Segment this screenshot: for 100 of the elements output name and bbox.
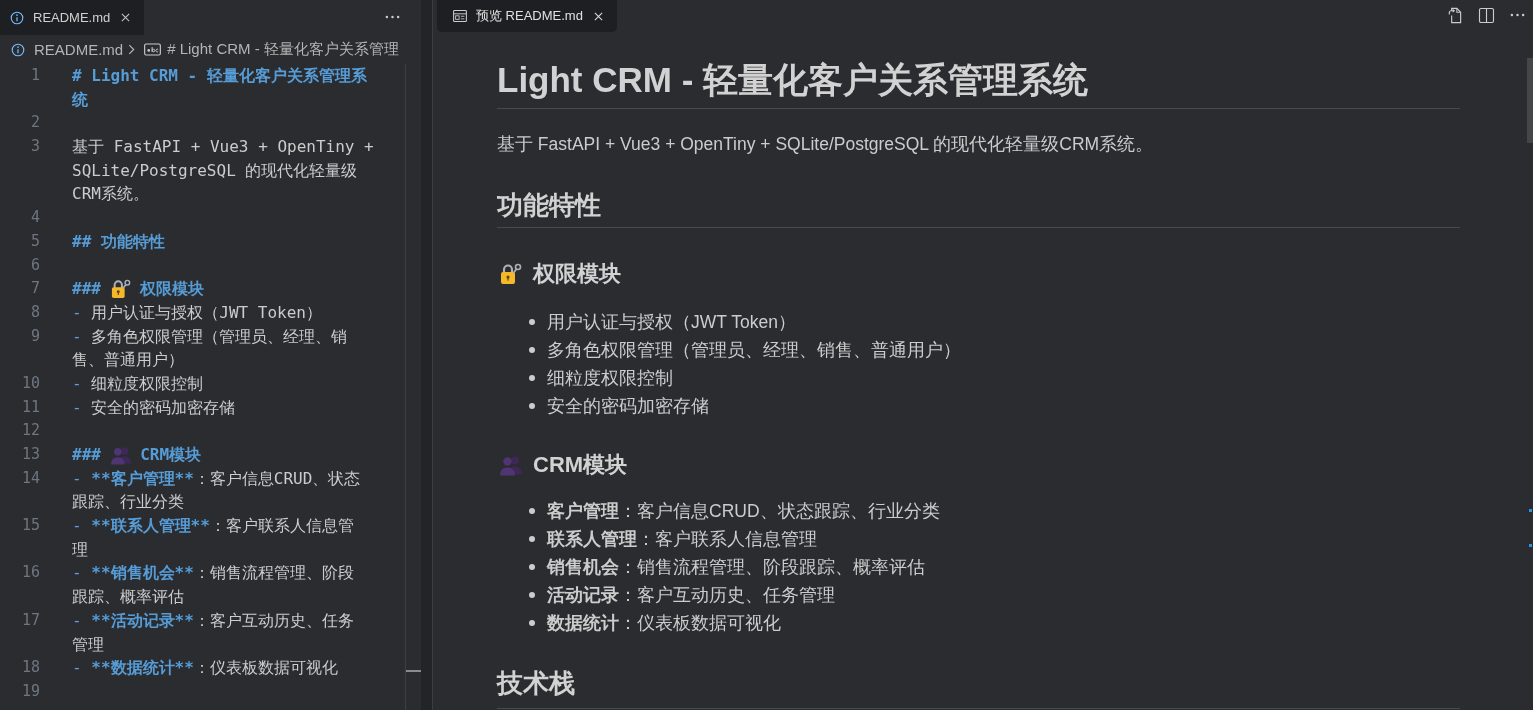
split-editor-icon[interactable] bbox=[1478, 6, 1495, 24]
list-marker-text: - bbox=[72, 372, 82, 395]
document-title: Light CRM - 轻量化客户关系管理系统 bbox=[497, 59, 1460, 109]
markdown-heading-text: 权限模块 bbox=[140, 278, 205, 301]
code-text: ：客户互动历史、任务 bbox=[193, 609, 354, 632]
list-marker-text: - bbox=[72, 657, 82, 680]
code-text: 售、普通用户） bbox=[72, 349, 184, 372]
bold-markup-text: **数据统计** bbox=[91, 657, 194, 680]
list-marker-text: - bbox=[72, 467, 82, 490]
list-item-text: 销售机会：销售流程管理、阶段跟踪、概率评估 bbox=[547, 556, 925, 579]
bullet-icon bbox=[529, 403, 535, 409]
bold-markup-text: **联系人管理** bbox=[91, 515, 210, 538]
markdown-heading-text: ## 功能特性 bbox=[72, 230, 165, 253]
line-number: 17 bbox=[20, 609, 40, 631]
bold-markup-text: **客户管理** bbox=[91, 467, 194, 490]
subsection-heading: 权限模块 bbox=[533, 260, 621, 288]
line-number: 15 bbox=[20, 515, 40, 537]
list-item-text: 细粒度权限控制 bbox=[547, 367, 673, 390]
line-number: 7 bbox=[29, 278, 40, 300]
subsection-heading: CRM模块 bbox=[533, 451, 628, 479]
section-heading: 功能特性 bbox=[497, 189, 1460, 228]
line-number: 6 bbox=[29, 254, 40, 276]
list-marker-text: - bbox=[72, 396, 82, 419]
line-number: 10 bbox=[20, 372, 40, 394]
list-item-text: 多角色权限管理（管理员、经理、销售、普通用户） bbox=[547, 339, 961, 362]
line-number: 18 bbox=[20, 657, 40, 679]
bullet-icon bbox=[529, 347, 535, 353]
bullet-icon bbox=[529, 319, 535, 325]
markdown-heading-text: CRM模块 bbox=[140, 444, 202, 466]
two-people-icon bbox=[500, 454, 522, 476]
info-icon bbox=[11, 42, 25, 57]
preview-icon bbox=[453, 9, 467, 23]
overview-ruler-mark bbox=[406, 670, 421, 672]
intro-paragraph: 基于 FastAPI + Vue3 + OpenTiny + SQLite/PostgreSQL 的现代化轻量级CRM系统。 bbox=[497, 133, 1155, 156]
line-number: 4 bbox=[29, 207, 40, 229]
lock-with-key-icon bbox=[500, 263, 522, 285]
more-actions-icon[interactable] bbox=[385, 15, 400, 19]
text-symbol-icon bbox=[144, 43, 162, 56]
code-text: 多角色权限管理（管理员、经理、销 bbox=[91, 325, 348, 348]
list-item-text: 数据统计：仪表板数据可视化 bbox=[547, 612, 781, 635]
line-number: 19 bbox=[20, 680, 40, 702]
bullet-icon bbox=[529, 564, 535, 570]
line-number: 12 bbox=[20, 420, 40, 442]
code-text: 跟踪、行业分类 bbox=[72, 491, 184, 514]
line-number: 11 bbox=[20, 396, 40, 418]
code-text: CRM系统。 bbox=[72, 183, 149, 206]
list-item-text: 客户管理：客户信息CRUD、状态跟踪、行业分类 bbox=[547, 500, 940, 523]
code-text: 基于 FastAPI + Vue3 + OpenTiny + bbox=[72, 136, 374, 159]
section-heading: 技术栈 bbox=[497, 667, 1460, 709]
editor-tab[interactable]: README.md bbox=[0, 0, 145, 35]
list-marker-text: - bbox=[72, 562, 82, 585]
code-text: ：销售流程管理、阶段 bbox=[193, 562, 354, 585]
file-arrow-icon[interactable] bbox=[1446, 6, 1463, 24]
code-text: 安全的密码加密存储 bbox=[91, 396, 236, 419]
lock-with-key-icon bbox=[110, 279, 131, 300]
chevron-right-icon bbox=[128, 44, 136, 55]
bullet-icon bbox=[529, 375, 535, 381]
list-item-text: 联系人管理：客户联系人信息管理 bbox=[547, 528, 817, 551]
markdown-heading-text: 统 bbox=[72, 88, 88, 111]
line-number: 8 bbox=[29, 301, 40, 323]
more-actions-icon[interactable] bbox=[1510, 13, 1525, 17]
line-number: 3 bbox=[29, 136, 40, 158]
line-number: 2 bbox=[29, 112, 40, 134]
line-number: 5 bbox=[29, 230, 40, 252]
list-item-text: 安全的密码加密存储 bbox=[547, 395, 709, 418]
list-marker-text: - bbox=[72, 325, 82, 348]
code-text: 细粒度权限控制 bbox=[91, 372, 204, 395]
markdown-heading-text: ### bbox=[72, 278, 101, 301]
bullet-icon bbox=[529, 536, 535, 542]
list-marker-text: - bbox=[72, 301, 82, 324]
list-marker-text: - bbox=[72, 515, 82, 538]
code-text: ：客户信息CRUD、状态 bbox=[193, 467, 361, 490]
preview-tab[interactable]: 预览 README.md bbox=[437, 0, 617, 32]
code-text: ：仪表板数据可视化 bbox=[193, 657, 338, 680]
code-text: 跟踪、概率评估 bbox=[72, 586, 184, 609]
list-item-text: 用户认证与授权（JWT Token） bbox=[547, 311, 796, 334]
bullet-icon bbox=[529, 620, 535, 626]
list-marker-text: - bbox=[72, 609, 82, 632]
line-number: 14 bbox=[20, 467, 40, 489]
code-text: SQLite/PostgreSQL 的现代化轻量级 bbox=[72, 159, 358, 182]
breadcrumb-item[interactable]: # Light CRM - 轻量化客户关系管理 bbox=[167, 40, 399, 59]
line-number: 13 bbox=[20, 444, 40, 465]
two-people-icon bbox=[110, 444, 131, 465]
code-text: 管理 bbox=[72, 633, 104, 656]
overview-ruler-mark bbox=[1529, 509, 1532, 512]
line-number: 1 bbox=[29, 65, 40, 86]
code-text: 理 bbox=[72, 538, 88, 561]
code-text: ：客户联系人信息管 bbox=[209, 515, 354, 538]
markdown-heading-text: ### bbox=[72, 444, 101, 466]
overview-ruler-mark bbox=[1529, 544, 1532, 547]
bold-markup-text: **活动记录** bbox=[91, 609, 194, 632]
bold-markup-text: **销售机会** bbox=[91, 562, 194, 585]
bullet-icon bbox=[529, 508, 535, 514]
breadcrumb-item[interactable]: README.md bbox=[34, 41, 124, 58]
info-icon bbox=[10, 10, 24, 25]
code-text: 用户认证与授权（JWT Token） bbox=[91, 301, 322, 324]
line-number: 9 bbox=[29, 325, 40, 347]
list-item-text: 活动记录：客户互动历史、任务管理 bbox=[547, 584, 835, 607]
scrollbar-thumb[interactable] bbox=[1527, 58, 1533, 143]
line-number: 16 bbox=[20, 562, 40, 584]
